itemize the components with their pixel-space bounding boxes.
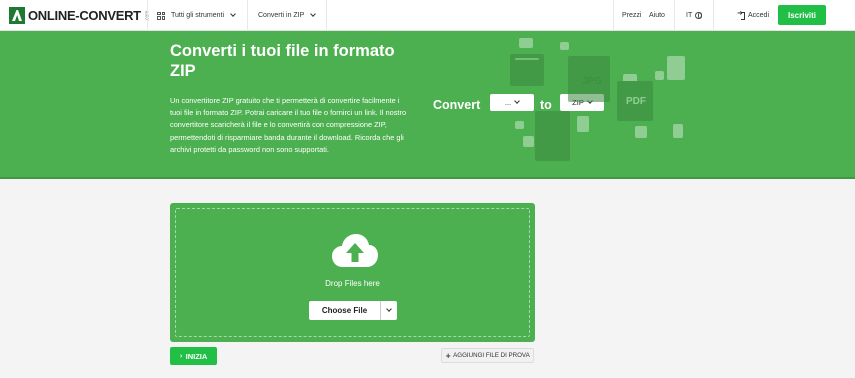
graph-file-icon <box>535 111 570 161</box>
pdf-label: PDF <box>626 96 646 107</box>
language-label: IT <box>686 12 693 19</box>
choose-file-button[interactable]: Choose File <box>309 301 381 320</box>
chevron-right-icon: › <box>179 352 183 360</box>
signup-button[interactable]: Iscriviti <box>778 5 826 25</box>
drop-files-label: Drop Files here <box>325 279 380 288</box>
divider <box>674 0 675 31</box>
language-selector[interactable]: IT <box>686 0 703 31</box>
hero-banner: Converti i tuoi file in formato ZIP Un c… <box>0 31 855 179</box>
divider <box>713 0 714 31</box>
small-file-icon <box>655 71 664 80</box>
small-file-icon <box>523 136 534 147</box>
page-title: Converti i tuoi file in formato ZIP <box>170 42 395 80</box>
top-navigation-bar: ONLINE-CONVERT .com Tutti gli strumenti … <box>0 0 855 31</box>
mail-envelope-icon <box>519 38 533 48</box>
convert-to-zip-label: Converti in ZIP <box>258 12 305 19</box>
all-tools-menu[interactable]: Tutti gli strumenti <box>157 0 236 31</box>
divider <box>247 0 248 31</box>
file-drop-zone[interactable]: Drop Files here Choose File <box>170 203 535 342</box>
chevron-down-icon <box>310 11 317 17</box>
convert-label: Convert <box>433 98 481 112</box>
grid-icon <box>157 11 165 20</box>
small-file-icon <box>577 116 589 132</box>
upload-source-dropdown[interactable] <box>381 301 397 320</box>
small-file-icon <box>635 126 647 138</box>
drop-zone-border: Drop Files here Choose File <box>175 208 530 337</box>
chart-file-icon <box>667 56 685 80</box>
chevron-down-icon <box>386 306 392 312</box>
add-sample-file-label: AGGIUNGI FILE DI PROVA <box>453 352 530 359</box>
add-sample-file-button[interactable]: + AGGIUNGI FILE DI PROVA <box>441 348 534 363</box>
divider <box>147 0 148 31</box>
jpg-label: JPG <box>582 76 603 87</box>
choose-file-control: Choose File <box>309 301 397 320</box>
start-button-label: INIZIA <box>185 351 208 361</box>
decorative-file-icons: JPG PDF <box>505 36 695 171</box>
login-icon <box>737 9 745 20</box>
divider <box>613 0 614 31</box>
all-tools-label: Tutti gli strumenti <box>171 12 225 19</box>
start-button[interactable]: › INIZIA <box>170 347 217 365</box>
divider <box>326 0 327 31</box>
chevron-down-icon <box>230 11 236 17</box>
plus-icon: + <box>445 351 452 360</box>
logo-text: ONLINE-CONVERT <box>28 8 141 23</box>
login-link[interactable]: Accedi <box>737 0 770 31</box>
convert-to-zip-menu[interactable]: Converti in ZIP <box>258 0 317 31</box>
logo-mark-icon <box>9 7 25 24</box>
globe-icon <box>695 12 703 19</box>
jpg-file-icon: JPG <box>568 56 610 102</box>
prices-link[interactable]: Prezzi <box>622 0 641 31</box>
login-label: Accedi <box>748 12 770 19</box>
small-file-icon <box>560 42 569 50</box>
cloud-upload-icon <box>332 234 378 267</box>
help-link[interactable]: Aiuto <box>649 0 665 31</box>
pdf-file-icon: PDF <box>617 81 653 121</box>
small-file-icon <box>673 124 683 138</box>
mail-line-icon <box>515 58 539 60</box>
page-description: Un convertitore ZIP gratuito che ti perm… <box>170 96 407 154</box>
site-logo[interactable]: ONLINE-CONVERT .com <box>9 7 153 24</box>
small-file-icon <box>515 121 524 129</box>
